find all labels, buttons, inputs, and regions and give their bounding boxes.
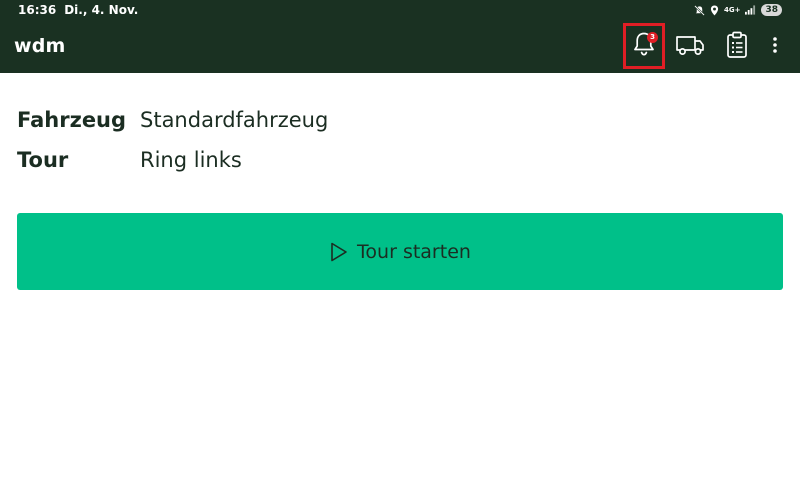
start-tour-label: Tour starten — [357, 240, 471, 263]
more-vert-icon — [772, 36, 778, 58]
tour-label: Tour — [17, 148, 69, 172]
tour-details: Fahrzeug Standardfahrzeug Tour Ring link… — [17, 100, 328, 180]
truck-icon — [675, 33, 705, 61]
vehicle-button[interactable] — [670, 27, 710, 67]
more-options-button[interactable] — [762, 27, 788, 67]
status-icons: 4G+ 38 — [694, 4, 782, 16]
location-icon — [710, 5, 719, 16]
network-icon: 4G+ — [723, 5, 741, 14]
mute-icon — [694, 4, 705, 16]
clipboard-icon — [726, 31, 748, 63]
vehicle-row: Fahrzeug Standardfahrzeug — [17, 100, 328, 140]
status-bar: 16:36 Di., 4. Nov. 4G+ 38 — [0, 0, 800, 20]
tour-row: Tour Ring links — [17, 140, 328, 180]
start-tour-button[interactable]: Tour starten — [17, 213, 783, 290]
status-time: 16:36 — [18, 3, 57, 17]
tour-value: Ring links — [140, 148, 242, 172]
notification-badge: 3 — [647, 32, 658, 43]
signal-icon — [745, 5, 756, 15]
app-title: wdm — [14, 35, 66, 57]
checklist-button[interactable] — [717, 27, 757, 67]
vehicle-value: Standardfahrzeug — [140, 108, 329, 132]
notifications-button[interactable]: 3 — [623, 23, 665, 69]
battery-icon: 38 — [761, 4, 782, 16]
status-date: Di., 4. Nov. — [64, 3, 139, 17]
play-icon — [329, 241, 349, 263]
app-bar: wdm 3 — [0, 20, 800, 73]
vehicle-label: Fahrzeug — [17, 108, 127, 132]
